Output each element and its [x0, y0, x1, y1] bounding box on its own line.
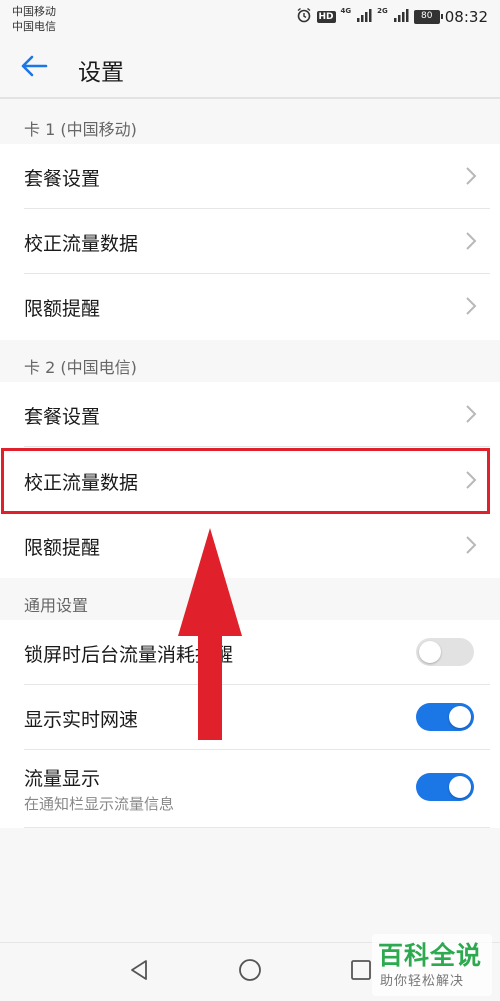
arrow-left-icon — [20, 54, 48, 82]
lockscreen-reminder-toggle[interactable] — [416, 638, 474, 666]
carrier-2-label: 中国电信 — [12, 20, 56, 33]
watermark-title: 百科全说 — [378, 941, 483, 970]
status-icons: HD 4G 2G 80 08:32 — [296, 6, 488, 28]
battery-level: 80 — [414, 11, 439, 23]
alarm-icon — [296, 7, 312, 27]
clock: 08:32 — [444, 8, 488, 26]
back-button[interactable] — [14, 48, 54, 88]
row-label: 限额提醒 — [24, 298, 101, 320]
row-label: 套餐设置 — [24, 406, 101, 428]
watermark: 百科全说 助你轻松解决 — [372, 934, 492, 996]
row-label: 校正流量数据 — [24, 233, 139, 255]
divider — [24, 827, 490, 828]
watermark-subtitle: 助你轻松解决 — [380, 974, 465, 989]
carrier-1-label: 中国移动 — [12, 5, 56, 18]
hd-icon: HD — [316, 11, 336, 23]
chevron-right-icon — [464, 296, 478, 316]
app-header: 设置 — [0, 36, 500, 98]
chevron-right-icon — [464, 535, 478, 555]
home-circle-icon — [238, 958, 262, 986]
header-divider — [0, 97, 500, 99]
list-item-traffic-display[interactable]: 流量显示 在通知栏显示流量信息 — [0, 750, 500, 828]
sim2-network-type: 2G — [377, 7, 388, 15]
nav-back-button[interactable] — [122, 955, 156, 989]
chevron-right-icon — [464, 404, 478, 424]
row-label: 显示实时网速 — [24, 709, 139, 731]
list-item-card1-package-settings[interactable]: 套餐设置 — [0, 144, 500, 209]
status-bar: 中国移动 中国电信 HD 4G 2G 80 08:32 — [0, 0, 500, 36]
list-item-realtime-speed[interactable]: 显示实时网速 — [0, 685, 500, 749]
list-item-lockscreen-traffic-reminder[interactable]: 锁屏时后台流量消耗提醒 — [0, 620, 500, 684]
row-label: 流量显示 — [24, 768, 101, 790]
recents-square-icon — [350, 959, 372, 985]
list-item-card1-calibrate-data[interactable]: 校正流量数据 — [0, 209, 500, 274]
chevron-right-icon — [464, 231, 478, 251]
arrow-up-icon — [178, 528, 242, 740]
list-item-card2-limit-reminder[interactable]: 限额提醒 — [0, 514, 500, 578]
realtime-speed-toggle[interactable] — [416, 703, 474, 731]
list-item-card1-limit-reminder[interactable]: 限额提醒 — [0, 274, 500, 340]
battery-icon: 80 — [413, 10, 443, 24]
row-label: 限额提醒 — [24, 537, 101, 559]
signal-icon — [356, 7, 372, 27]
traffic-display-toggle[interactable] — [416, 773, 474, 801]
list-item-card2-package-settings[interactable]: 套餐设置 — [0, 382, 500, 446]
page-title: 设置 — [78, 60, 124, 86]
toggle-knob — [419, 641, 441, 663]
sim1-network-type: 4G — [340, 7, 352, 15]
back-triangle-icon — [128, 959, 150, 985]
nav-home-button[interactable] — [233, 955, 267, 989]
toggle-knob — [449, 706, 471, 728]
signal-icon — [393, 7, 409, 27]
row-sublabel: 在通知栏显示流量信息 — [24, 795, 175, 813]
section-header-card2: 卡 2 (中国电信) — [24, 358, 137, 377]
row-label: 套餐设置 — [24, 168, 101, 190]
section-header-card1: 卡 1 (中国移动) — [24, 120, 137, 139]
toggle-knob — [449, 776, 471, 798]
highlight-box — [1, 448, 490, 514]
section-header-general: 通用设置 — [24, 596, 89, 615]
chevron-right-icon — [464, 166, 478, 186]
